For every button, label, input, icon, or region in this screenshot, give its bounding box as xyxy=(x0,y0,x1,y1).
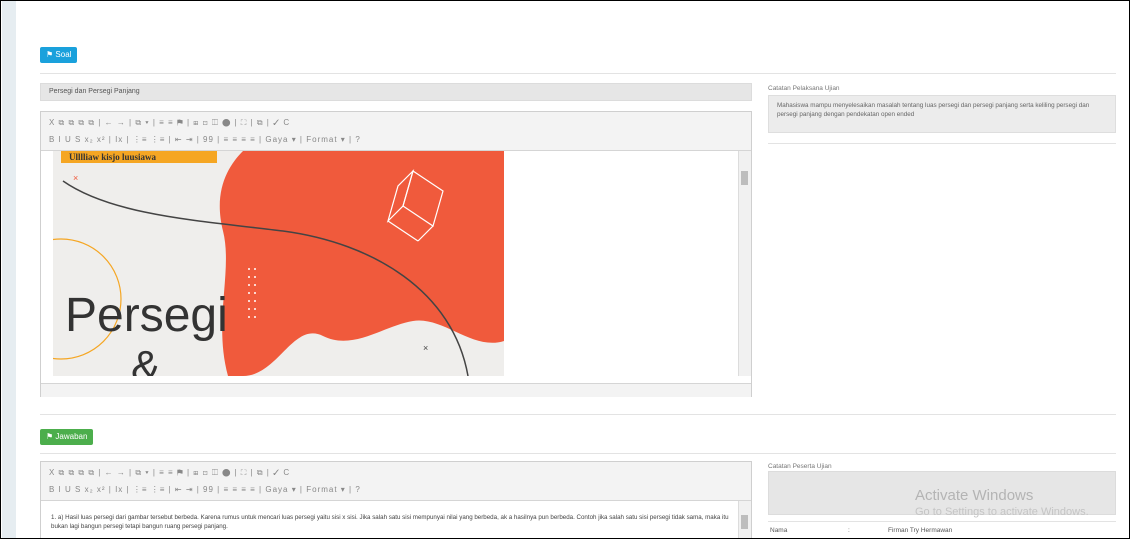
svg-text:&: & xyxy=(131,342,160,376)
answer-editor[interactable]: X ⧉ ⧉ ⧉ ⧉ | ← → | ⧉ ▾ | ≡ ≡ ⚑ | ⊞ ⊡ ◫ ⬤ … xyxy=(40,461,752,538)
editor-scrollbar[interactable] xyxy=(738,151,751,376)
tag-icon: ⚑ xyxy=(46,432,54,441)
toolbar-row-1[interactable]: X ⧉ ⧉ ⧉ ⧉ | ← → | ⧉ ▾ | ≡ ≡ ⚑ | ⊞ ⊡ ◫ ⬤ … xyxy=(49,116,290,130)
main-content: ⚑ Soal Persegi dan Persegi Panjang X ⧉ ⧉… xyxy=(16,1,1129,538)
catatan-peserta-label: Catatan Peserta Ujian xyxy=(768,463,832,470)
editor-scrollbar[interactable] xyxy=(738,501,751,538)
nama-label: Nama xyxy=(770,527,788,534)
svg-text:Ulllliaw kisjo l​uusiawa: Ulllliaw kisjo l​uusiawa xyxy=(69,152,157,162)
catatan-pelaksana-field[interactable]: Mahasiswa mampu menyelesaikan masalah te… xyxy=(768,95,1116,133)
nama-value: Firman Try Hermawan xyxy=(888,527,953,534)
image-title-persegi: Persegi xyxy=(65,289,228,342)
jawaban-button-label: Jawaban xyxy=(55,432,88,441)
editor-statusbar xyxy=(41,383,751,397)
jawaban-button[interactable]: ⚑ Jawaban xyxy=(40,429,94,445)
app-frame: ⚑ Soal Persegi dan Persegi Panjang X ⧉ ⧉… xyxy=(0,0,1130,539)
divider xyxy=(768,521,1116,522)
divider xyxy=(40,414,1116,415)
svg-text:×: × xyxy=(423,343,428,353)
question-image: Ulllliaw kisjo l​uusiawa xyxy=(53,151,504,376)
activate-windows-subtitle: Go to Settings to activate Windows. xyxy=(915,506,1089,518)
divider xyxy=(40,453,1116,454)
tag-icon: ⚑ xyxy=(46,50,54,59)
catatan-pelaksana-label: Catatan Pelaksana Ujian xyxy=(768,85,840,92)
divider xyxy=(768,143,1116,144)
left-sidebar-strip xyxy=(2,1,16,538)
question-editor[interactable]: X ⧉ ⧉ ⧉ ⧉ | ← → | ⧉ ▾ | ≡ ≡ ⚑ | ⊞ ⊡ ◫ ⬤ … xyxy=(40,111,752,397)
question-title-field[interactable]: Persegi dan Persegi Panjang xyxy=(40,83,752,101)
svg-text:×: × xyxy=(73,173,78,183)
scrollbar-thumb[interactable] xyxy=(741,515,748,529)
persegi-illustration: Ulllliaw kisjo l​uusiawa xyxy=(53,151,504,376)
scrollbar-thumb[interactable] xyxy=(741,171,748,185)
editor-toolbar: X ⧉ ⧉ ⧉ ⧉ | ← → | ⧉ ▾ | ≡ ≡ ⚑ | ⊞ ⊡ ◫ ⬤ … xyxy=(41,112,751,151)
toolbar-row-2[interactable]: B I U S x₂ x² | Ix | ⋮≡ ⋮≡ | ⇤ ⇥ | 99 | … xyxy=(49,133,361,147)
answer-text[interactable]: 1. a) Hasil luas persegi dari gambar ter… xyxy=(51,513,741,531)
separator: : xyxy=(848,527,850,534)
activate-windows-title: Activate Windows xyxy=(915,487,1034,504)
soal-button[interactable]: ⚑ Soal xyxy=(40,47,78,63)
toolbar-row-1[interactable]: X ⧉ ⧉ ⧉ ⧉ | ← → | ⧉ ▾ | ≡ ≡ ⚑ | ⊞ ⊡ ◫ ⬤ … xyxy=(49,466,290,480)
divider xyxy=(40,73,1116,74)
soal-button-label: Soal xyxy=(55,50,72,59)
toolbar-row-2[interactable]: B I U S x₂ x² | Ix | ⋮≡ ⋮≡ | ⇤ ⇥ | 99 | … xyxy=(49,483,361,497)
editor-toolbar: X ⧉ ⧉ ⧉ ⧉ | ← → | ⧉ ▾ | ≡ ≡ ⚑ | ⊞ ⊡ ◫ ⬤ … xyxy=(41,462,751,501)
